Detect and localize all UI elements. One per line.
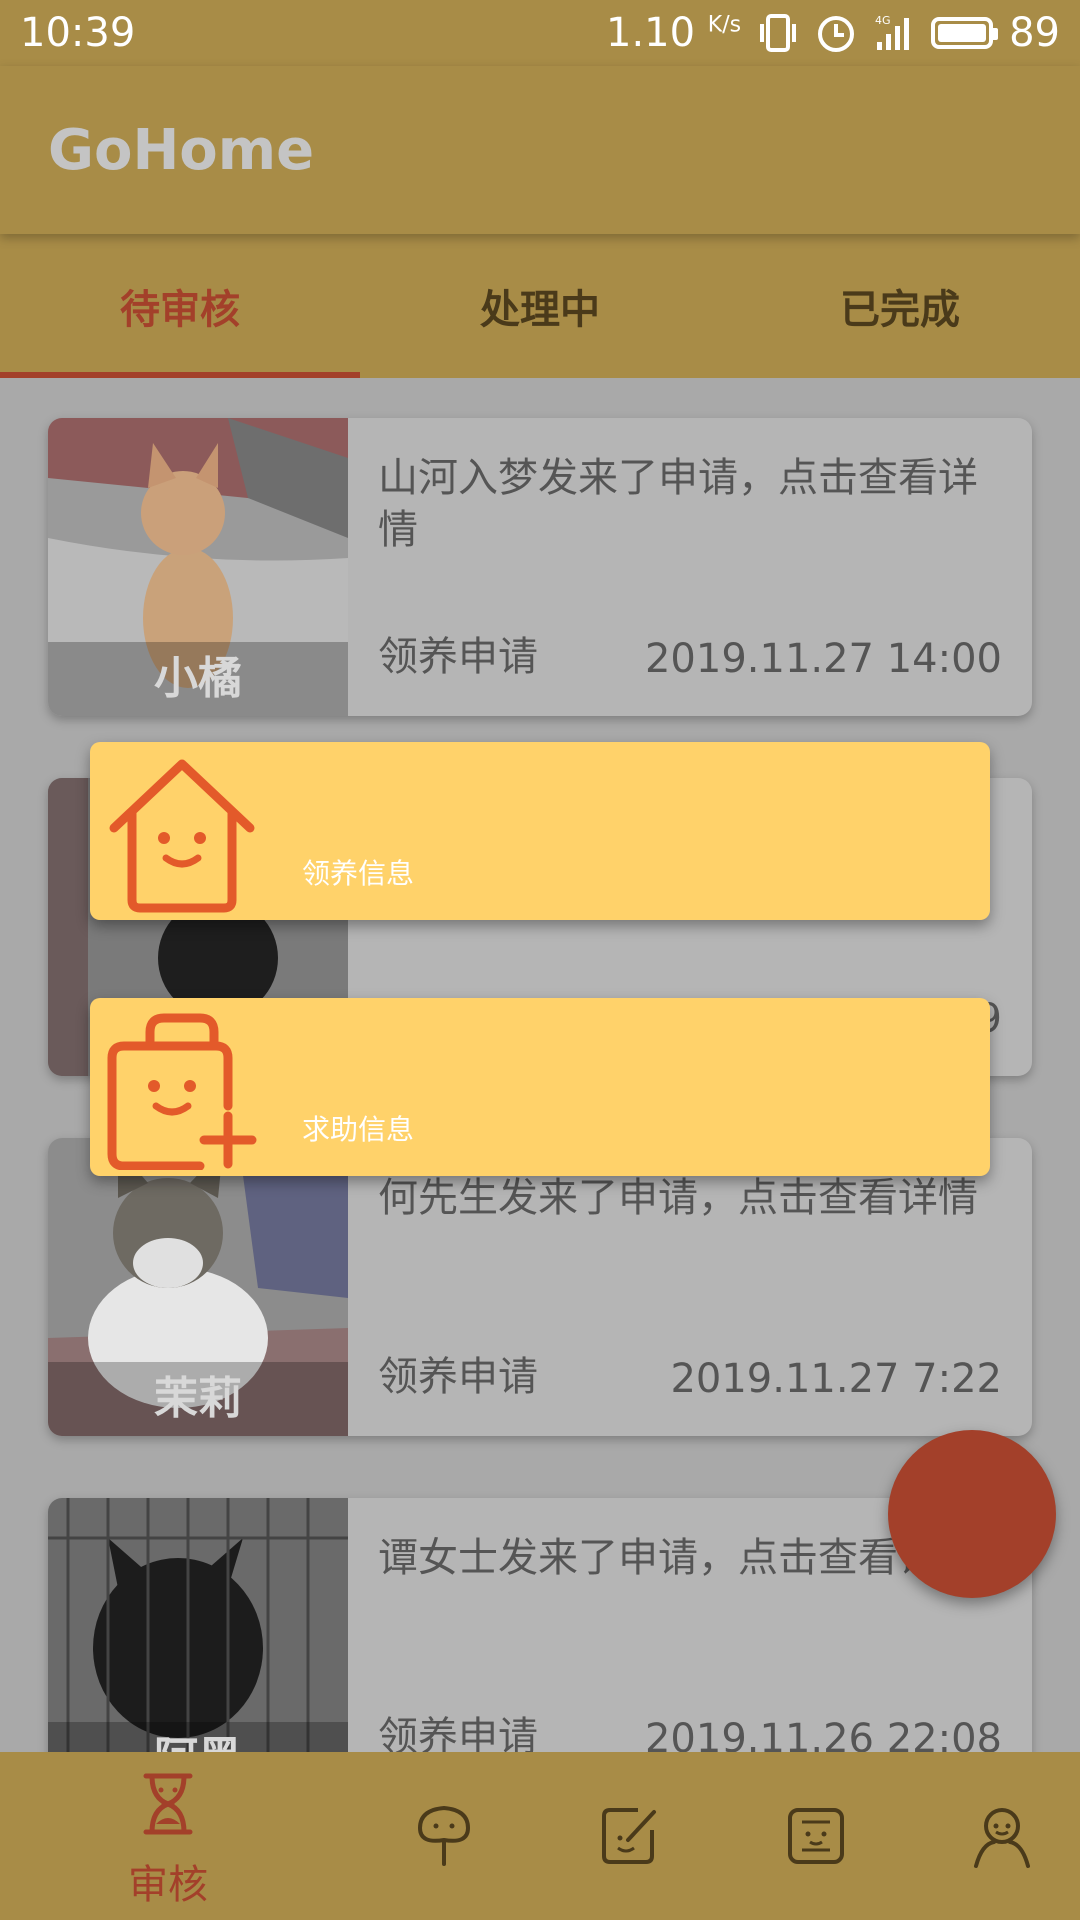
status-right-group: 1.10 K/s 4G 89 <box>606 10 1060 56</box>
pet-name: 阿黑 <box>48 1722 348 1752</box>
tab-processing[interactable]: 处理中 <box>360 234 720 378</box>
app-title: GoHome <box>48 118 315 183</box>
vibrate-icon <box>760 14 797 52</box>
alarm-icon <box>818 16 855 52</box>
application-card[interactable]: 阿黑 谭女士发来了申请，点击查看详情 领养申请 2019.11.26 22:08 <box>48 1498 1032 1752</box>
signal-icon: 4G <box>875 14 910 50</box>
card-type: 领养申请 <box>378 1354 538 1400</box>
status-bar: 10:39 1.10 K/s 4G 89 <box>0 0 1080 66</box>
status-time: 10:39 <box>20 10 136 56</box>
tab-bar: 待审核 处理中 已完成 <box>0 234 1080 378</box>
nav-item-leaf[interactable] <box>364 1752 524 1920</box>
tab-pending[interactable]: 待审核 <box>0 234 360 378</box>
app-bar: GoHome <box>0 66 1080 234</box>
battery-icon <box>931 17 999 49</box>
edit-icon <box>602 1808 656 1864</box>
nav-item-edit[interactable] <box>550 1752 710 1920</box>
pet-photo: 茉莉 <box>48 1138 348 1436</box>
application-card[interactable]: 茉莉 何先生发来了申请，点击查看详情 领养申请 2019.11.27 7:22 <box>48 1138 1032 1436</box>
card-date: 2019.11.26 22:08 <box>644 1716 1002 1752</box>
nav-label-review: 审核 <box>128 1862 208 1908</box>
card-message: 何先生发来了申请，点击查看详情 <box>378 1175 978 1221</box>
floating-action-button[interactable] <box>888 1430 1056 1598</box>
card-type: 领养申请 <box>378 634 538 680</box>
face-chat-icon <box>788 1808 844 1864</box>
pet-name: 茉莉 <box>154 1373 242 1424</box>
bottom-navigation: 审核 <box>0 1752 1080 1920</box>
adoption-info-option[interactable]: 领养信息 <box>90 742 990 920</box>
house-smile-icon <box>109 759 255 913</box>
card-message: 山河入梦发来了申请，点击查看详情 <box>378 455 978 553</box>
pet-name: 小橘 <box>154 653 242 704</box>
caged-cat-image <box>48 1498 348 1752</box>
tab-completed[interactable]: 已完成 <box>720 234 1080 378</box>
network-speed-unit: K/s <box>707 12 742 38</box>
help-info-option[interactable]: 求助信息 <box>90 998 990 1176</box>
help-info-label: 求助信息 <box>302 1113 415 1146</box>
pet-photo: 小橘 <box>48 418 348 716</box>
card-date: 2019.11.27 7:22 <box>670 1356 1002 1402</box>
network-speed: 1.10 K/s <box>606 10 741 56</box>
application-card[interactable]: 小橘 山河入梦发来了申请，点击查看详情 领养申请 2019.11.27 14:0… <box>48 418 1032 716</box>
card-type: 领养申请 <box>378 1714 538 1752</box>
nav-item-profile[interactable] <box>922 1752 1080 1920</box>
leaf-icon <box>417 1805 471 1866</box>
pet-photo: 阿黑 <box>48 1498 348 1752</box>
adoption-info-label: 领养信息 <box>302 857 415 890</box>
bag-plus-icon <box>107 1013 257 1170</box>
network-speed-value: 1.10 <box>606 10 696 56</box>
battery-level: 89 <box>1009 10 1060 56</box>
person-icon <box>974 1808 1030 1868</box>
hourglass-icon <box>143 1773 193 1835</box>
nav-item-chat[interactable] <box>736 1752 896 1920</box>
card-date: 2019.11.27 14:00 <box>644 636 1002 682</box>
signal-label: 4G <box>875 14 891 27</box>
nav-item-review[interactable]: 审核 <box>88 1752 248 1920</box>
